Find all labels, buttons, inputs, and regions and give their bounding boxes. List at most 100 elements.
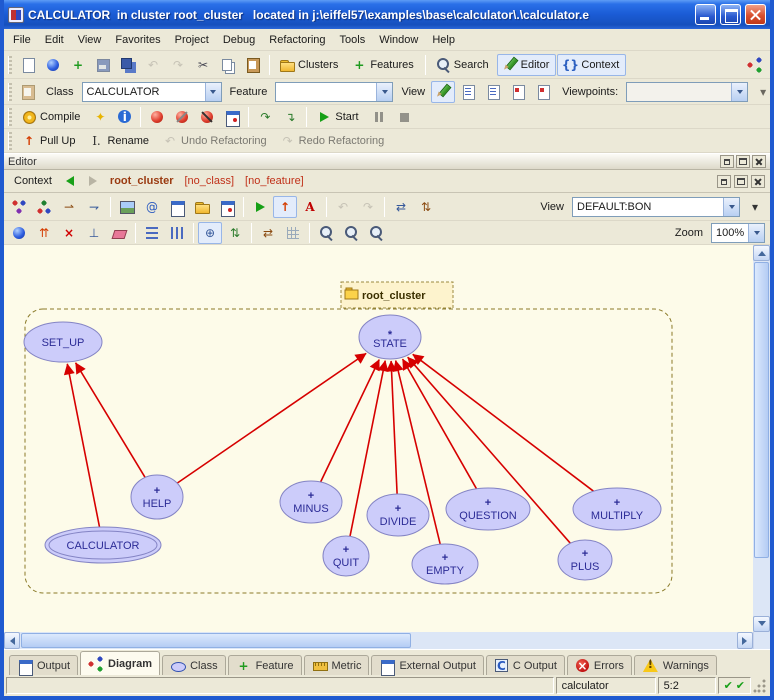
- menu-refactoring[interactable]: Refactoring: [262, 31, 332, 49]
- chevron-down-icon[interactable]: [376, 83, 392, 101]
- rename-button[interactable]: I.Rename: [83, 130, 156, 152]
- menu-window[interactable]: Window: [372, 31, 425, 49]
- basic-view-icon[interactable]: [431, 81, 455, 103]
- inheritance-link[interactable]: [391, 361, 397, 494]
- menu-debug[interactable]: Debug: [216, 31, 262, 49]
- title-bar[interactable]: CALCULATOR in cluster root_cluster locat…: [4, 0, 770, 29]
- breakpoints-tool-icon[interactable]: [220, 106, 244, 128]
- compile-button[interactable]: Compile: [16, 106, 87, 128]
- forward-button[interactable]: [83, 172, 103, 190]
- toggle-quality-icon[interactable]: [7, 222, 31, 244]
- clusters-button[interactable]: Clusters: [274, 54, 345, 76]
- chevron-down-icon[interactable]: [723, 198, 739, 216]
- class-node-quit[interactable]: +QUIT: [323, 536, 369, 576]
- horizontal-scroll-track[interactable]: [412, 632, 737, 649]
- class-node-set_up[interactable]: SET_UP: [24, 322, 102, 362]
- hyperlink-icon[interactable]: @: [140, 196, 164, 218]
- flat-view-icon[interactable]: [481, 81, 505, 103]
- scroll-left-icon[interactable]: [4, 632, 20, 649]
- menu-file[interactable]: File: [6, 31, 38, 49]
- start-button[interactable]: Start: [311, 106, 365, 128]
- pull-up-button[interactable]: ↑Pull Up: [16, 130, 82, 152]
- tab-warnings[interactable]: !Warnings: [634, 655, 717, 675]
- toolbar-grip[interactable]: [8, 132, 12, 150]
- create-inheritance-link-icon[interactable]: ⇅: [414, 196, 438, 218]
- horizontal-scroll-thumb[interactable]: [21, 633, 411, 648]
- inheritance-link[interactable]: [177, 353, 366, 483]
- class-node-multiply[interactable]: +MULTIPLY: [573, 488, 661, 530]
- show-breakpoints-icon[interactable]: [145, 106, 169, 128]
- resize-grip[interactable]: [753, 677, 768, 694]
- view-dropdown-icon[interactable]: ▾: [743, 196, 767, 218]
- tab-output[interactable]: Output: [9, 655, 78, 675]
- show-inheritance-links-icon[interactable]: ⇀: [57, 196, 81, 218]
- step-into-icon[interactable]: ↴: [278, 106, 302, 128]
- show-client-links-icon[interactable]: ⇁: [82, 196, 106, 218]
- menu-help[interactable]: Help: [425, 31, 462, 49]
- text-tool-icon[interactable]: A: [298, 196, 322, 218]
- force-directed-layout-icon[interactable]: [248, 196, 272, 218]
- menu-tools[interactable]: Tools: [333, 31, 373, 49]
- class-node-question[interactable]: +QUESTION: [446, 488, 530, 530]
- eraser-icon[interactable]: [107, 222, 131, 244]
- inheritance-link[interactable]: [67, 364, 99, 527]
- chevron-down-icon[interactable]: [731, 83, 747, 101]
- crop-icon[interactable]: ⊥: [82, 222, 106, 244]
- undock-context-icon[interactable]: [717, 175, 731, 188]
- vertical-scroll-thumb[interactable]: [754, 262, 769, 558]
- delete-icon[interactable]: ×: [57, 222, 81, 244]
- close-button[interactable]: [745, 4, 766, 25]
- open-project-icon[interactable]: [41, 54, 65, 76]
- undo-refactoring-button[interactable]: ↶Undo Refactoring: [157, 130, 274, 152]
- contract-view-icon[interactable]: [506, 81, 530, 103]
- inheritance-graph-icon[interactable]: [7, 196, 31, 218]
- class-node-minus[interactable]: +MINUS: [280, 481, 342, 523]
- paste-class-icon[interactable]: [16, 81, 40, 103]
- class-node-calculator[interactable]: CALCULATOR: [45, 527, 161, 563]
- save-icon[interactable]: [91, 54, 115, 76]
- class-node-state[interactable]: *STATE: [359, 315, 421, 359]
- diagram-redo-icon[interactable]: ↷: [356, 196, 380, 218]
- clickable-view-icon[interactable]: [456, 81, 480, 103]
- add-item-icon[interactable]: +: [66, 54, 90, 76]
- pause-icon[interactable]: [367, 106, 391, 128]
- snap-to-grid-icon[interactable]: ⊕: [198, 222, 222, 244]
- redo-refactoring-button[interactable]: ↷Redo Refactoring: [275, 130, 392, 152]
- horizontal-scrollbar[interactable]: [4, 632, 753, 649]
- new-window-icon[interactable]: [16, 54, 40, 76]
- toolbar-overflow-icon[interactable]: ▾: [751, 81, 774, 103]
- class-combo[interactable]: CALCULATOR: [82, 82, 222, 102]
- zoom-in-icon[interactable]: [314, 222, 338, 244]
- toggle-grid-icon[interactable]: [281, 222, 305, 244]
- class-node-plus[interactable]: +PLUS: [558, 540, 612, 580]
- cut-icon[interactable]: ✂: [191, 54, 215, 76]
- address-class[interactable]: [no_class]: [181, 175, 239, 187]
- menu-project[interactable]: Project: [168, 31, 216, 49]
- maximize-button[interactable]: [720, 4, 741, 25]
- export-png-icon[interactable]: [115, 196, 139, 218]
- stop-icon[interactable]: [392, 106, 416, 128]
- back-button[interactable]: [60, 172, 80, 190]
- remove-breakpoints-icon[interactable]: [195, 106, 219, 128]
- context-button[interactable]: {}Context: [557, 54, 626, 76]
- close-pane-icon[interactable]: [752, 155, 766, 168]
- client-graph-icon[interactable]: [32, 196, 56, 218]
- tab-feature[interactable]: +Feature: [228, 655, 302, 675]
- undo-icon[interactable]: ↶: [141, 54, 165, 76]
- save-all-icon[interactable]: [116, 54, 140, 76]
- zoom-combo[interactable]: 100%: [711, 223, 765, 243]
- zoom-out-icon[interactable]: [364, 222, 388, 244]
- tab-diagram[interactable]: Diagram: [80, 651, 160, 675]
- maximize-context-icon[interactable]: [734, 175, 748, 188]
- inheritance-link[interactable]: [413, 354, 594, 491]
- menu-favorites[interactable]: Favorites: [108, 31, 167, 49]
- new-development-window-icon[interactable]: [743, 54, 767, 76]
- tab-metric[interactable]: Metric: [304, 655, 370, 675]
- viewpoints-combo[interactable]: [626, 82, 748, 102]
- scroll-up-icon[interactable]: [753, 245, 770, 261]
- disable-breakpoints-icon[interactable]: [170, 106, 194, 128]
- redo-icon[interactable]: ↷: [166, 54, 190, 76]
- toolbar-grip[interactable]: [8, 56, 12, 74]
- interface-view-icon[interactable]: [531, 81, 555, 103]
- layout-vertical-icon[interactable]: [165, 222, 189, 244]
